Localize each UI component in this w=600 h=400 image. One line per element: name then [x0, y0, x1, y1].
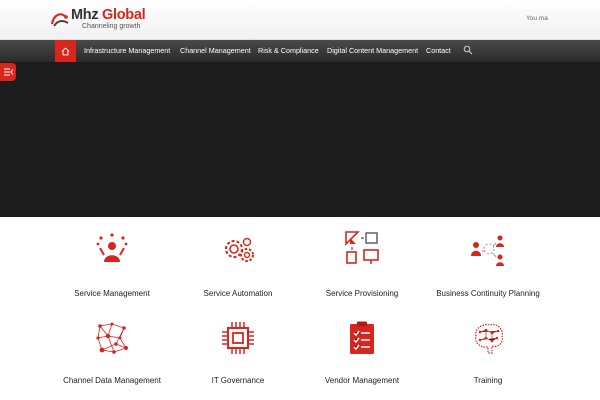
logo-mark-icon [50, 13, 69, 27]
continuity-people-icon [471, 235, 504, 266]
chip-icon [222, 322, 254, 354]
clipboard-checklist-icon [350, 321, 374, 354]
service-label: Service Provisioning [325, 289, 399, 298]
top-right-text: You ma [526, 15, 548, 22]
network-nodes-icon [96, 322, 128, 354]
brand-logo[interactable]: Mhz Global Channeling growth [49, 7, 159, 35]
person-juggling-icon [96, 233, 128, 262]
brand-tagline: Channeling growth [82, 23, 141, 30]
service-label: Channel Data Management [63, 376, 161, 385]
brand-name-part1: Mhz [71, 7, 99, 23]
nav-home-button[interactable] [55, 40, 76, 62]
service-label: Business Continuity Planning [436, 289, 540, 298]
brain-network-icon [475, 323, 503, 354]
main-nav: Infrastructure Management Channel Manage… [0, 40, 600, 62]
nav-item-contact[interactable]: Contact [426, 40, 451, 62]
top-header: Mhz Global Channeling growth You ma [0, 0, 600, 40]
search-icon[interactable] [463, 45, 473, 55]
nav-item-channel-management[interactable]: Channel Management [180, 40, 251, 62]
menu-toggle-icon [3, 68, 13, 76]
service-label: Vendor Management [324, 376, 400, 385]
service-label: Service Automation [203, 289, 273, 298]
nav-item-risk-compliance[interactable]: Risk & Compliance [258, 40, 319, 62]
hero-banner [0, 62, 600, 217]
service-label: Service Management [74, 289, 150, 298]
provisioning-icon [345, 231, 379, 264]
service-label: Training [473, 376, 503, 385]
gears-icon [225, 237, 254, 262]
brand-name: Mhz Global [71, 7, 146, 23]
nav-item-infrastructure-management[interactable]: Infrastructure Management [84, 40, 170, 62]
brand-name-part2: Global [102, 7, 146, 23]
home-icon [61, 46, 70, 55]
side-menu-toggle[interactable] [0, 63, 16, 81]
service-label: IT Governance [211, 376, 265, 385]
nav-item-digital-content-management[interactable]: Digital Content Management [327, 40, 418, 62]
